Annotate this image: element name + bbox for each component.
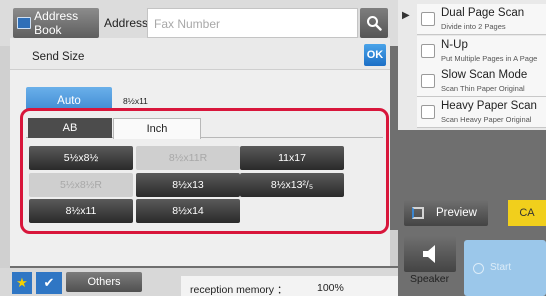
function-title: Heavy Paper Scan [441,100,537,112]
function-subtitle: Scan Thin Paper Original [441,84,525,93]
reception-memory-value: 100% [317,282,344,294]
preview-button[interactable]: Preview [404,200,488,226]
size-button-8-5x14[interactable]: 8½x14 [136,199,240,223]
address-book-label: Address Book [34,9,79,37]
auto-size-value: 8½x11 [123,96,148,106]
function-heavy-paper-scan[interactable]: Heavy Paper Scan Scan Heavy Paper Origin… [417,97,546,128]
tab-ab[interactable]: AB [28,118,112,138]
search-button[interactable] [360,8,388,38]
size-button-8-5x11r: 8½x11R [136,146,240,170]
check-icon[interactable]: ✔ [36,272,62,294]
checkbox[interactable] [421,12,435,26]
address-book-button[interactable]: Address Book [13,8,99,38]
clear-all-button[interactable]: CA [508,200,546,226]
function-n-up[interactable]: N-Up Put Multiple Pages in A Page [417,36,546,67]
search-icon [367,16,382,31]
function-subtitle: Scan Heavy Paper Original [441,115,532,124]
ok-button[interactable]: OK [364,44,386,66]
function-title: N-Up [441,39,468,51]
size-button-5-5x8-5r: 5½x8½R [29,173,133,197]
checkbox[interactable] [421,105,435,119]
size-button-8-5x11[interactable]: 8½x11 [29,199,133,223]
address-label: Address [104,16,149,30]
speaker-button[interactable] [404,236,456,272]
function-subtitle: Put Multiple Pages in A Page [441,54,538,63]
preview-label: Preview [436,207,477,219]
address-book-icon [17,17,32,29]
tab-inch[interactable]: Inch [113,118,201,139]
function-title: Slow Scan Mode [441,69,528,81]
others-button[interactable]: Others [66,272,142,292]
size-button-5-5x8-5[interactable]: 5½x8½ [29,146,133,170]
start-icon [473,263,484,274]
function-title: Dual Page Scan [441,7,525,19]
size-button-11x17[interactable]: 11x17 [240,146,344,170]
start-button[interactable]: Start [464,240,546,296]
start-label: Start [490,262,512,273]
function-subtitle: Divide into 2 Pages [441,22,506,31]
fax-number-input[interactable]: Fax Number [147,8,358,38]
left-edge-strip [0,46,10,268]
size-button-8-5x13-4[interactable]: 8½x13²/₅ [240,173,344,197]
favorite-star-icon[interactable]: ★ [12,272,32,294]
side-tab [390,230,398,266]
function-dual-page-scan[interactable]: Dual Page Scan Divide into 2 Pages [417,4,546,35]
preview-icon [412,207,424,219]
speaker-icon [423,245,435,263]
reception-memory-label: reception memory ： [190,284,288,296]
speaker-label: Speaker [410,273,450,285]
collapse-arrow-icon[interactable]: ▶ [402,10,416,26]
size-button-8-5x13[interactable]: 8½x13 [136,173,240,197]
checkbox[interactable] [421,44,435,58]
function-slow-scan-mode[interactable]: Slow Scan Mode Scan Thin Paper Original [417,66,546,97]
dialog-title: Send Size [32,51,85,63]
checkbox[interactable] [421,74,435,88]
